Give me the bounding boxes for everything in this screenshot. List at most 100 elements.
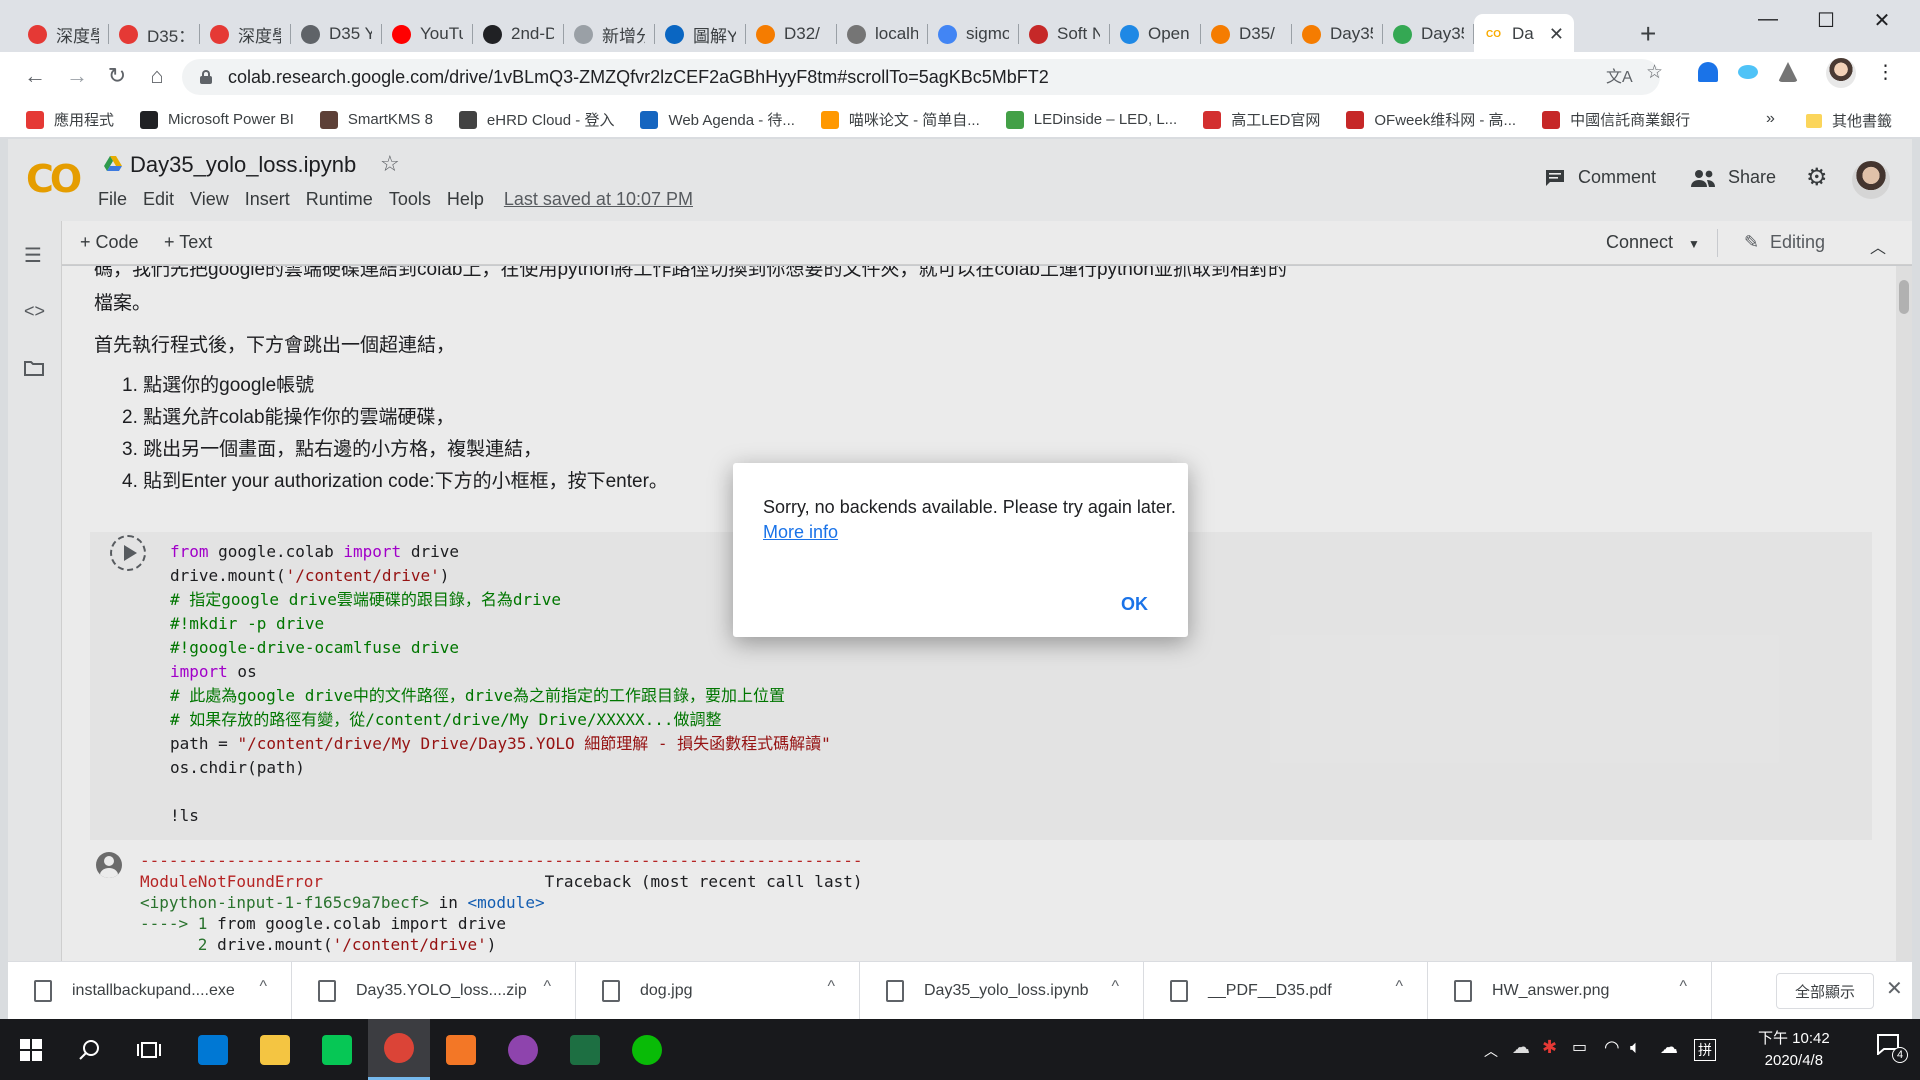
back-button[interactable]: ← [20,63,50,89]
bookmark-item[interactable]: SmartKMS 8 [319,109,433,130]
address-bar[interactable]: colab.research.google.com/drive/1vBLmQ3-… [182,59,1660,95]
new-tab-button[interactable]: + [1640,18,1656,50]
reload-button[interactable]: ↻ [102,63,132,89]
tab-favicon-icon [210,24,229,44]
ok-button[interactable]: OK [1121,594,1148,615]
show-hidden-icons[interactable]: ︿ [1484,1041,1498,1061]
bookmark-item[interactable]: 中國信託商業銀行 [1542,109,1690,130]
maximize-button[interactable]: ☐ [1806,8,1846,33]
tab-title: Day35 [1330,24,1373,43]
tab-title: 2nd-D [511,24,554,43]
cloud-extension-icon[interactable] [1738,65,1758,79]
translate-icon[interactable]: 文A [1606,63,1633,87]
profile-avatar[interactable] [1826,58,1856,88]
action-center-button[interactable]: 4 [1876,1033,1908,1063]
tab-title: YouTu [420,24,463,43]
home-button[interactable]: ⌂ [142,63,172,89]
download-options-icon[interactable]: ^ [259,978,267,996]
lock-icon[interactable] [200,70,212,84]
forward-button[interactable]: → [62,63,92,89]
browser-tab[interactable]: Day35 [1292,14,1383,54]
start-button[interactable] [0,1019,62,1080]
more-info-link[interactable]: More info [763,522,838,543]
download-item[interactable]: __PDF__D35.pdf ^ [1144,962,1428,1020]
bookmark-item[interactable]: 應用程式 [26,109,114,130]
wifi-icon[interactable]: ◠ [1604,1037,1620,1058]
browser-tab[interactable]: sigmo [928,14,1019,54]
download-options-icon[interactable]: ^ [1111,978,1119,996]
onedrive-icon[interactable]: ☁ [1660,1037,1678,1058]
tab-favicon-icon [119,24,138,44]
download-options-icon[interactable]: ^ [1679,978,1687,996]
taskbar-app-line[interactable] [306,1019,368,1080]
download-filename: __PDF__D35.pdf [1208,982,1332,999]
download-item[interactable]: HW_answer.png ^ [1428,962,1712,1020]
browser-tab[interactable]: D35/ [1201,14,1292,54]
close-downloads-icon[interactable]: ✕ [1886,976,1903,1001]
extension-icon[interactable] [1698,62,1718,82]
tab-favicon-icon [938,24,957,44]
browser-tab[interactable]: 深度學 [200,14,291,54]
browser-tab[interactable]: 深度學 [18,14,109,54]
taskbar-app-wechat[interactable] [616,1019,678,1080]
taskbar-app-github-desktop[interactable] [492,1019,554,1080]
bookmark-item[interactable]: eHRD Cloud - 登入 [458,109,614,130]
browser-tab[interactable]: 圖解Y [655,14,746,54]
input-method-icon[interactable]: 拼 [1694,1039,1716,1061]
search-button[interactable] [58,1019,120,1080]
download-item[interactable]: installbackupand....exe ^ [8,962,292,1020]
taskbar-app-chrome[interactable] [368,1019,430,1080]
taskbar-app-jupyter[interactable] [430,1019,492,1080]
bookmark-item[interactable]: Microsoft Power BI [140,109,294,130]
browser-tab[interactable]: Soft N [1019,14,1110,54]
browser-tab[interactable]: 2nd-D [473,14,564,54]
wechat-icon [632,1034,662,1065]
tab-title: sigmo [966,24,1009,43]
other-bookmarks[interactable]: 其他書籤 [1806,110,1892,131]
bookmark-item[interactable]: LEDinside – LED, L... [1005,109,1177,130]
close-tab-icon[interactable]: ✕ [1549,24,1564,45]
more-bookmarks-button[interactable]: » [1766,110,1775,128]
chrome-menu-icon[interactable]: ⋮ [1876,61,1895,84]
browser-tab[interactable]: 新增分頁 [564,14,655,54]
browser-tab[interactable]: D35： [109,14,200,54]
url-text[interactable]: colab.research.google.com/drive/1vBLmQ3-… [228,67,1049,88]
cloud-sync-icon[interactable]: ☁ [1512,1037,1530,1058]
bookmark-item[interactable]: 喵咪论文 - 简单自... [820,109,980,130]
tab-title: 圖解Y [693,26,736,46]
network-alert-icon[interactable]: ✱ [1542,1037,1557,1058]
download-item[interactable]: dog.jpg ^ [576,962,860,1020]
browser-tab[interactable]: Day35 [1383,14,1474,54]
tab-title: Soft N [1057,24,1100,43]
browser-tab[interactable]: D35 Y [291,14,382,54]
bookmark-star-icon[interactable]: ☆ [1646,61,1663,84]
download-item[interactable]: Day35_yolo_loss.ipynb ^ [860,962,1144,1020]
download-options-icon[interactable]: ^ [827,978,835,996]
bookmark-item[interactable]: 高工LED官网 [1203,109,1320,130]
volume-icon[interactable]: 🔈︎ [1630,1037,1641,1058]
window-close-button[interactable]: ✕ [1862,8,1902,33]
system-clock[interactable]: 下午 10:42 2020/4/8 [1758,1028,1830,1072]
battery-icon[interactable]: ▭ [1572,1037,1587,1057]
browser-tab[interactable]: localh [837,14,928,54]
taskbar-app-excel[interactable] [554,1019,616,1080]
browser-tab[interactable]: Open [1110,14,1201,54]
file-icon [886,980,904,1002]
download-item[interactable]: Day35.YOLO_loss....zip ^ [292,962,576,1020]
folder-icon [1806,113,1822,128]
download-options-icon[interactable]: ^ [543,978,551,996]
show-all-downloads-button[interactable]: 全部顯示 [1776,973,1874,1009]
download-filename: Day35_yolo_loss.ipynb [924,982,1089,999]
browser-tab[interactable]: D32/ [746,14,837,54]
download-options-icon[interactable]: ^ [1395,978,1403,996]
drive-extension-icon[interactable] [1778,62,1798,82]
bookmark-item[interactable]: OFweek维科网 - 高... [1346,109,1516,130]
bookmark-label: SmartKMS 8 [347,111,433,128]
bookmark-item[interactable]: Web Agenda - 待... [640,109,795,130]
browser-tab[interactable]: YouTu [382,14,473,54]
minimize-button[interactable]: — [1748,8,1788,31]
taskbar-app-outlook[interactable] [182,1019,244,1080]
bookmark-favicon-icon [1542,110,1561,129]
task-view-button[interactable] [118,1019,180,1080]
taskbar-app-file-explorer[interactable] [244,1019,306,1080]
